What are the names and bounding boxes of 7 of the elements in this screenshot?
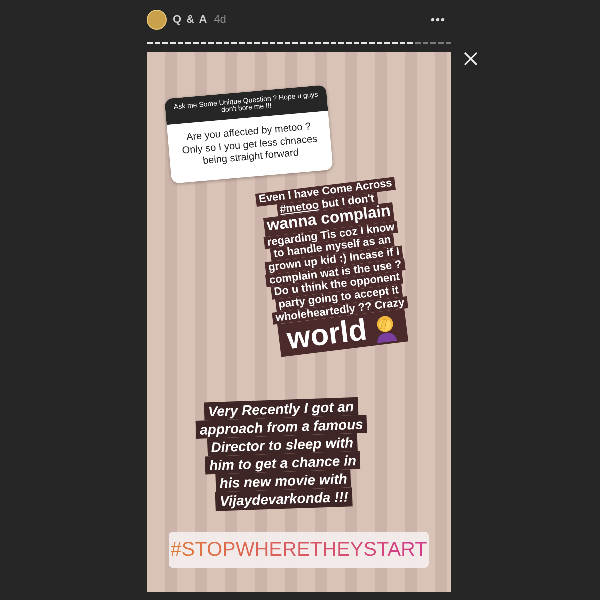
more-icon	[431, 18, 445, 22]
more-button[interactable]	[429, 16, 447, 24]
close-button[interactable]	[464, 52, 478, 66]
close-icon	[464, 52, 478, 66]
story-title: Q & A	[173, 14, 208, 26]
story-time: 4d	[214, 14, 226, 26]
avatar[interactable]	[147, 10, 167, 30]
